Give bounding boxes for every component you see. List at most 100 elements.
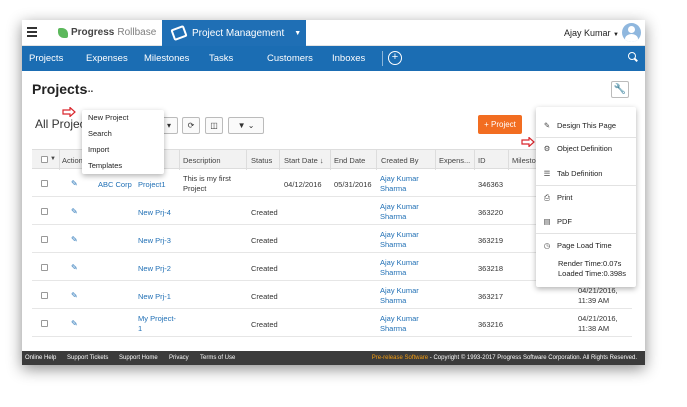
edit-pencil-icon[interactable]: ✎ — [71, 207, 79, 216]
menu-item-templates[interactable]: Templates — [82, 158, 164, 174]
nav-item-inboxes[interactable]: Inboxes — [332, 53, 365, 64]
row-checkbox[interactable] — [41, 264, 48, 271]
brand-bold: Progress — [71, 27, 115, 38]
footer-link-support-home[interactable]: Support Home — [119, 355, 158, 361]
chevron-down-icon: ▼ — [294, 29, 302, 37]
row-created-by-link[interactable]: Ajay Kumar Sharma — [380, 314, 430, 334]
column-divider — [330, 150, 331, 170]
row-created-by-link[interactable]: Ajay Kumar Sharma — [380, 202, 430, 222]
columns-icon[interactable]: ◫ — [205, 117, 223, 134]
footer-link-privacy[interactable]: Privacy — [169, 355, 189, 361]
select-all-checkbox[interactable] — [41, 156, 48, 163]
column-divider — [435, 150, 436, 170]
column-header-description[interactable]: Description — [183, 156, 221, 165]
row-name-link[interactable]: New Prj-3 — [138, 236, 171, 245]
column-header-id[interactable]: ID — [478, 156, 486, 165]
avatar[interactable] — [622, 23, 641, 42]
edit-pencil-icon[interactable]: ✎ — [71, 263, 79, 272]
red-arrow-icon — [62, 107, 76, 117]
row-checkbox[interactable] — [41, 320, 48, 327]
row-name-link[interactable]: New Prj-2 — [138, 264, 171, 273]
column-header-action[interactable]: Action — [62, 156, 83, 165]
search-icon[interactable] — [628, 52, 638, 62]
row-customer-link[interactable]: ABC Corp — [98, 180, 132, 189]
row-checkbox[interactable] — [41, 236, 48, 243]
edit-pencil-icon[interactable]: ✎ — [71, 291, 79, 300]
progress-logo-icon — [58, 27, 68, 38]
footer-copyright: Pre-release Software - Copyright © 1993-… — [372, 355, 637, 361]
edit-pencil-icon[interactable]: ✎ — [71, 235, 79, 244]
column-header-status[interactable]: Status — [251, 156, 272, 165]
more-actions-menu: New Project Search Import Templates — [82, 110, 164, 174]
edit-pencil-icon[interactable]: ✎ — [71, 319, 79, 328]
footer-link-support-tickets[interactable]: Support Tickets — [67, 355, 108, 361]
nav-divider — [382, 51, 383, 66]
nav-item-projects[interactable]: Projects — [29, 53, 63, 64]
row-created-by-link[interactable]: Ajay Kumar Sharma — [380, 258, 430, 278]
app-selector[interactable]: Project Management ▼ — [162, 20, 306, 46]
row-start-date: 04/12/2016 — [284, 180, 322, 189]
menu-item-new-project[interactable]: New Project — [82, 110, 164, 126]
row-id: 346363 — [478, 180, 504, 189]
new-project-button[interactable]: + Project — [478, 115, 522, 134]
row-name-link[interactable]: New Prj-1 — [138, 292, 171, 301]
nav-item-milestones[interactable]: Milestones — [144, 53, 189, 64]
nav-item-customers[interactable]: Customers — [267, 53, 313, 64]
row-checkbox[interactable] — [41, 292, 48, 299]
row-description: This is my first Project — [183, 174, 231, 193]
menu-item-tab-definition[interactable]: ☰ Tab Definition — [542, 169, 603, 178]
menu-divider — [536, 185, 636, 186]
nav-item-expenses[interactable]: Expenses — [86, 53, 128, 64]
more-actions-button[interactable]: ... — [85, 84, 93, 95]
add-tab-icon[interactable]: + — [388, 51, 402, 65]
nav-item-tasks[interactable]: Tasks — [209, 53, 233, 64]
wrench-icon[interactable]: 🔧 — [611, 81, 629, 98]
column-divider — [179, 150, 180, 170]
printer-icon: ⎙ — [544, 193, 550, 202]
row-modified-date: 04/21/2016, — [578, 286, 618, 295]
column-header-expenses[interactable]: Expens... — [439, 156, 470, 165]
menu-divider — [536, 137, 636, 138]
hamburger-menu-icon[interactable] — [27, 27, 37, 37]
column-header-end-date[interactable]: End Date — [334, 156, 365, 165]
edit-pencil-icon[interactable]: ✎ — [71, 179, 79, 188]
row-created-by-link[interactable]: Ajay Kumar Sharma — [380, 286, 430, 306]
row-modified-time: 11:38 AM — [578, 324, 610, 333]
pdf-file-icon: ▤ — [543, 217, 551, 226]
user-menu[interactable]: Ajay Kumar ▼ — [564, 28, 619, 38]
menu-item-object-definition[interactable]: ⚙ Object Definition — [542, 144, 612, 153]
select-all-chevron-icon[interactable]: ▼ — [50, 156, 56, 162]
row-checkbox[interactable] — [41, 180, 48, 187]
brand-logo[interactable]: Progress Rollbase — [58, 27, 156, 38]
column-header-created-by[interactable]: Created By — [381, 156, 419, 165]
footer-link-online-help[interactable]: Online Help — [25, 355, 56, 361]
gears-icon: ⚙ — [543, 144, 551, 153]
row-end-date: 05/31/2016 — [334, 180, 372, 189]
row-modified-date: 04/21/2016, — [578, 314, 618, 323]
filter-icon[interactable]: ▼ ⌄ — [228, 117, 264, 134]
user-name: Ajay Kumar — [564, 28, 611, 38]
row-name-link[interactable]: New Prj-4 — [138, 208, 171, 217]
menu-item-page-load-time[interactable]: ◷ Page Load Time — [542, 241, 612, 250]
column-divider — [279, 150, 280, 170]
footer-link-terms[interactable]: Terms of Use — [200, 355, 235, 361]
menu-item-import[interactable]: Import — [82, 142, 164, 158]
render-time: Render Time:0.07s — [558, 259, 622, 268]
menu-item-search[interactable]: Search — [82, 126, 164, 142]
row-created-by-link[interactable]: Ajay Kumar Sharma — [380, 230, 430, 250]
menu-item-design-this-page[interactable]: ✎ Design This Page — [542, 121, 616, 130]
column-header-start-date[interactable]: Start Date ↓ — [284, 156, 324, 165]
row-status: Created — [251, 208, 278, 217]
app-name: Project Management — [192, 27, 285, 39]
menu-item-print[interactable]: ⎙ Print — [542, 193, 572, 203]
row-id: 363220 — [478, 208, 504, 217]
menu-item-pdf[interactable]: ▤ PDF — [542, 217, 572, 226]
row-name-link[interactable]: My Project-1 — [138, 314, 178, 334]
row-id: 363219 — [478, 236, 504, 245]
refresh-icon[interactable]: ⟳ — [182, 117, 200, 134]
row-checkbox[interactable] — [41, 208, 48, 215]
row-created-by-link[interactable]: Ajay Kumar Sharma — [380, 174, 430, 194]
view-selector[interactable]: All Projec — [35, 117, 86, 131]
red-arrow-icon — [521, 137, 535, 147]
row-name-link[interactable]: Project1 — [138, 180, 166, 189]
